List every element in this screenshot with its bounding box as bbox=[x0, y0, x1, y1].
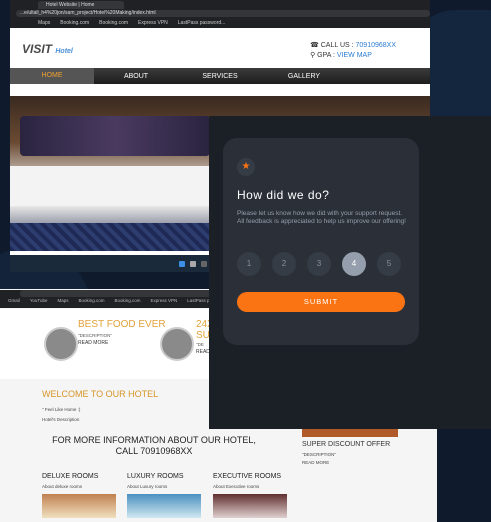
logo-suffix: Hotel bbox=[55, 48, 73, 55]
bookmark[interactable]: Booking.com bbox=[60, 20, 89, 26]
feature-desc: "DE bbox=[196, 342, 204, 347]
nav-gallery[interactable]: GALLERY bbox=[262, 73, 346, 80]
taskview-icon[interactable] bbox=[200, 260, 207, 267]
address-bar[interactable]: ...e/ultall_h4%20jon/sam_project/Hotel%2… bbox=[16, 10, 430, 17]
phone-icon: ☎ bbox=[310, 42, 319, 49]
view-map-link[interactable]: VIEW MAP bbox=[337, 52, 372, 59]
bookmark[interactable]: Booking.com bbox=[78, 298, 104, 303]
room-sub: About deluxe rooms bbox=[42, 484, 83, 489]
browser-tab[interactable]: Hotel Website | Home bbox=[38, 1, 124, 9]
search-icon[interactable] bbox=[189, 260, 196, 267]
site-header: VISIT Hotel ☎ CALL US : 70910968XX ⚲ GPA… bbox=[10, 28, 430, 68]
info-callout: FOR MORE INFORMATION ABOUT OUR HOTEL, CA… bbox=[44, 435, 264, 457]
read-more-link[interactable]: READ MORE bbox=[78, 340, 108, 346]
room-image[interactable] bbox=[213, 494, 287, 518]
bookmark[interactable]: Booking.com bbox=[114, 298, 140, 303]
bookmarks-bar: Maps Booking.com Booking.com Express VPN… bbox=[10, 18, 430, 28]
rating-option-4[interactable]: 4 bbox=[342, 252, 366, 276]
feature-title-2: SU bbox=[196, 330, 210, 341]
nav-services[interactable]: SERVICES bbox=[178, 73, 262, 80]
promo-desc: "DESCRIPTION" bbox=[302, 452, 336, 457]
contact-info: ☎ CALL US : 70910968XX ⚲ GPA : VIEW MAP bbox=[310, 41, 396, 61]
read-more-link[interactable]: READ bbox=[196, 349, 210, 355]
tagline: " Feel Like Home :) bbox=[42, 407, 81, 412]
bookmark[interactable]: Maps bbox=[38, 20, 50, 26]
welcome-heading: WELCOME TO OUR HOTEL bbox=[42, 389, 159, 399]
rating-option-5[interactable]: 5 bbox=[377, 252, 401, 276]
submit-button[interactable]: SUBMIT bbox=[237, 292, 405, 312]
nav-home[interactable]: HOME bbox=[10, 68, 94, 84]
star-icon: ★ bbox=[237, 158, 255, 176]
nav-about[interactable]: ABOUT bbox=[94, 73, 178, 80]
gpa-label: GPA : bbox=[317, 52, 335, 59]
hotel-description: Hotel's Description bbox=[42, 417, 80, 422]
bookmark[interactable]: Express VPN bbox=[151, 298, 178, 303]
feedback-overlay: ★ How did we do? Please let us know how … bbox=[209, 116, 491, 429]
location-pin-icon: ⚲ bbox=[310, 52, 316, 59]
bookmark[interactable]: Maps bbox=[57, 298, 68, 303]
rating-option-3[interactable]: 3 bbox=[307, 252, 331, 276]
rating-message: Please let us know how we did with your … bbox=[237, 210, 406, 225]
bookmark[interactable]: YouTube bbox=[30, 298, 48, 303]
rating-options: 1 2 3 4 5 bbox=[237, 252, 401, 276]
feature-desc: "DESCRIPTION" bbox=[78, 333, 112, 338]
call-number: 70910968XX bbox=[355, 42, 396, 49]
service-icon bbox=[160, 327, 194, 361]
rating-title: How did we do? bbox=[237, 188, 330, 202]
bookmark[interactable]: Gmail bbox=[8, 298, 20, 303]
info-line: CALL 70910968XX bbox=[115, 446, 193, 456]
room-title: DELUXE ROOMS bbox=[42, 473, 99, 480]
room-image[interactable] bbox=[127, 494, 201, 518]
info-line: FOR MORE INFORMATION ABOUT OUR HOTEL, bbox=[52, 435, 256, 445]
room-title: EXECUTIVE ROOMS bbox=[213, 473, 282, 480]
logo-text: VISIT bbox=[22, 42, 53, 56]
call-label: CALL US : bbox=[320, 42, 354, 49]
windows-icon[interactable] bbox=[178, 260, 185, 267]
browser-chrome: Hotel Website | Home ...e/ultall_h4%20jo… bbox=[10, 0, 430, 28]
bookmark[interactable]: Express VPN bbox=[138, 20, 168, 26]
room-image[interactable] bbox=[42, 494, 116, 518]
main-nav: HOME ABOUT SERVICES GALLERY bbox=[10, 68, 430, 84]
rating-option-2[interactable]: 2 bbox=[272, 252, 296, 276]
bookmark[interactable]: LastPass password... bbox=[178, 20, 226, 26]
bookmark[interactable]: Booking.com bbox=[99, 20, 128, 26]
site-logo[interactable]: VISIT Hotel bbox=[22, 42, 73, 56]
promo-title: SUPER DISCOUNT OFFER bbox=[302, 441, 391, 448]
feature-title: BEST FOOD EVER bbox=[78, 319, 166, 330]
promo-image bbox=[302, 429, 398, 437]
rating-card: ★ How did we do? Please let us know how … bbox=[223, 138, 419, 345]
rating-option-1[interactable]: 1 bbox=[237, 252, 261, 276]
room-sub: About Executive rooms bbox=[213, 484, 260, 489]
room-title: LUXURY ROOMS bbox=[127, 473, 184, 480]
room-sub: About Luxury rooms bbox=[127, 484, 168, 489]
promo-read-more[interactable]: READ MORE bbox=[302, 460, 329, 465]
food-icon bbox=[44, 327, 78, 361]
